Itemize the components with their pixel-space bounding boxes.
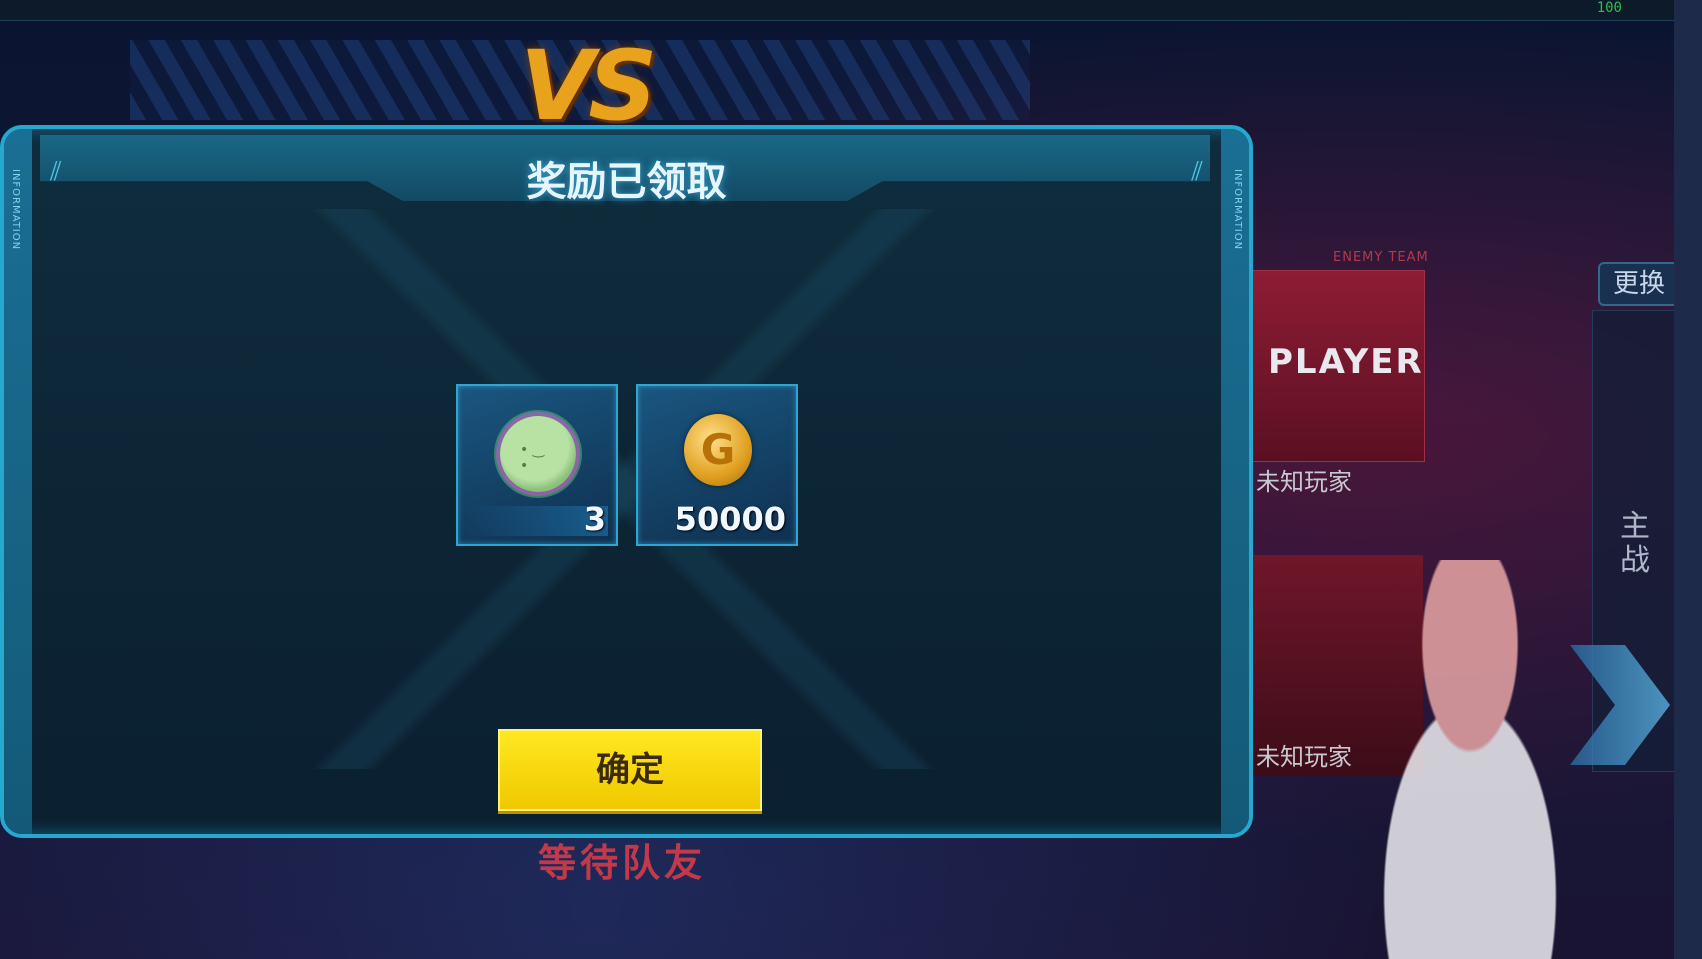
enemy-team-tag: ENEMY TEAM [1333, 250, 1429, 265]
confirm-button[interactable]: 确定 [498, 729, 762, 811]
top-bar: 100 [0, 0, 1702, 21]
reward-item-gold[interactable]: G 50000 [636, 384, 798, 546]
dialog-right-strip: INFORMATION [1221, 129, 1249, 834]
gold-coin-icon: G [684, 414, 752, 486]
reward-dialog: INFORMATION INFORMATION ⫽ ⫽ 奖励已领取 • ‿ • … [0, 125, 1253, 838]
reward-item-haro[interactable]: • ‿ • 3 [456, 384, 618, 546]
change-button[interactable]: 更换 [1598, 262, 1680, 306]
haro-face-icon: • ‿ • [520, 442, 544, 474]
reward-quantity: 3 [583, 500, 606, 538]
player-label: PLAYER [1268, 342, 1424, 382]
character-portrait [1320, 560, 1620, 959]
haro-icon: • ‿ • [500, 416, 576, 492]
enemy-player-name-1: 未知玩家 [1256, 468, 1352, 496]
fps-counter: 100 [1596, 0, 1622, 16]
dialog-pattern [64, 209, 1184, 769]
dialog-title: 奖励已领取 [526, 159, 727, 205]
right-edge-bar [1674, 0, 1702, 959]
dialog-left-strip: INFORMATION [4, 129, 32, 834]
reward-quantity: 50000 [674, 500, 786, 538]
waiting-teammates-label: 等待队友 [538, 841, 707, 885]
main-battle-label: 主战 [1620, 509, 1650, 578]
